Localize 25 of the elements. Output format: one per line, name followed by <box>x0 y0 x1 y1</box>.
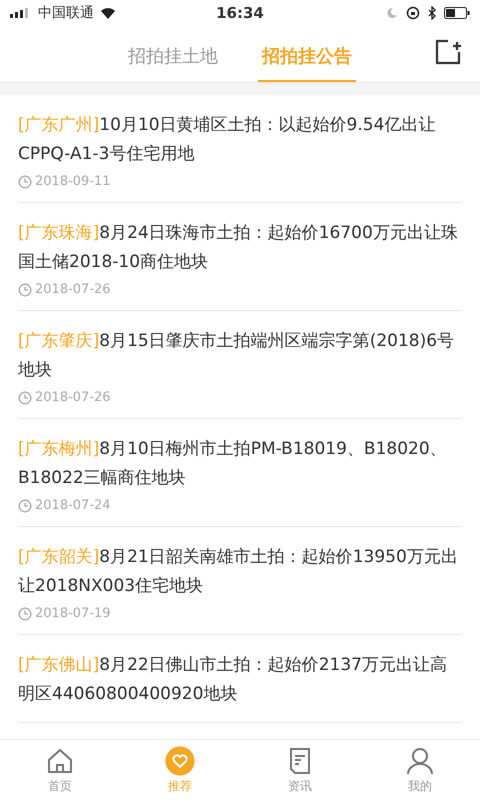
clock-icon <box>18 282 32 296</box>
article-date: 2018-07-26 <box>35 282 111 297</box>
carrier-name: 中国联通 <box>38 4 94 22</box>
article-date: 2018-07-24 <box>35 498 111 513</box>
article-title[interactable]: [广东韶关]8月21日韶关南雄市土拍：起始价13950万元出让2018NX003住宅地块 <box>18 543 462 601</box>
rotation-lock-icon <box>406 6 420 20</box>
article-title[interactable]: [广东肇庆]8月15日肇庆市土拍端州区端宗字第(2018)6号地块 <box>18 327 462 385</box>
moon-icon <box>386 7 398 19</box>
article-date: 2018-07-26 <box>35 390 111 405</box>
clock-icon <box>18 606 32 620</box>
article-title[interactable]: [广东佛山]8月22日佛山市土拍：起始价2137万元出让高明区44060800400920地块 <box>18 651 462 709</box>
battery-icon <box>444 7 470 19</box>
article-date: 2018-09-11 <box>35 174 111 189</box>
article-date: 2018-07-19 <box>35 606 111 621</box>
person-icon <box>405 746 435 776</box>
article-title[interactable]: [广东梅州]8月10日梅州市土拍PM-B18019、B18020、B18022三幅商住地块 <box>18 435 462 493</box>
clock-icon <box>18 390 32 404</box>
wifi-icon <box>100 7 116 19</box>
article-title[interactable]: [广东广州]10月10日黄埔区土拍：以起始价9.54亿出让CPPQ-A1-3号住宅用地 <box>18 111 462 169</box>
status-time: 16:34 <box>216 4 264 22</box>
article-title[interactable]: [广东珠海]8月24日珠海市土拍：起始价16700万元出让珠国土储2018-10商住地块 <box>18 219 462 277</box>
bluetooth-icon <box>428 6 436 20</box>
add-icon[interactable] <box>434 38 462 66</box>
clock-icon <box>18 498 32 512</box>
clock-icon <box>18 174 32 188</box>
